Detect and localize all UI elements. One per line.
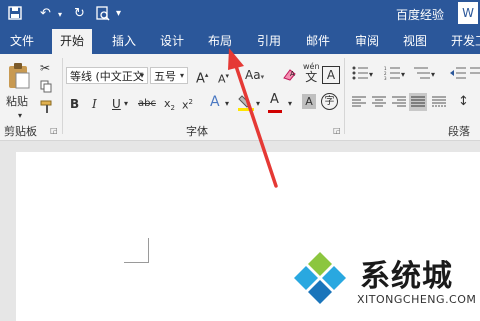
align-center-icon[interactable] bbox=[372, 96, 386, 112]
change-case-chevron-icon: ▾ bbox=[260, 73, 265, 81]
shrink-font-icon[interactable]: A▾ bbox=[218, 68, 229, 88]
tab-references[interactable]: 引用 bbox=[257, 29, 281, 54]
highlight-dropdown-icon[interactable]: ▾ bbox=[256, 96, 260, 112]
font-size-value: 五号 bbox=[154, 70, 176, 83]
tab-insert[interactable]: 插入 bbox=[112, 29, 136, 54]
font-color-dropdown-icon[interactable]: ▾ bbox=[288, 96, 292, 112]
margin-corner-mark bbox=[148, 238, 149, 263]
tab-file[interactable]: 文件 bbox=[10, 29, 34, 54]
copy-icon[interactable] bbox=[40, 80, 53, 97]
svg-text:A: A bbox=[290, 70, 295, 78]
paste-dropdown-icon[interactable]: ▾ bbox=[18, 108, 22, 124]
align-left-icon[interactable] bbox=[352, 96, 366, 112]
multilevel-list-dropdown-icon[interactable]: ▾ bbox=[431, 67, 435, 83]
font-name-chevron-icon[interactable]: ▾ bbox=[140, 68, 144, 84]
clipboard-group-label: 剪贴板 bbox=[4, 125, 37, 138]
document-title: 百度经验 bbox=[395, 8, 444, 22]
watermark-logo-icon bbox=[294, 252, 346, 304]
bullets-dropdown-icon[interactable]: ▾ bbox=[369, 67, 373, 83]
font-size-chevron-icon[interactable]: ▾ bbox=[180, 68, 184, 84]
italic-icon[interactable]: I bbox=[92, 96, 97, 112]
clipboard-launcher-icon[interactable]: ◲ bbox=[50, 126, 58, 135]
group-divider bbox=[62, 58, 63, 134]
paragraph-group-label: 段落 bbox=[448, 125, 470, 138]
tab-view[interactable]: 视图 bbox=[403, 29, 427, 54]
character-border-icon[interactable]: A bbox=[322, 66, 340, 84]
ribbon-tab-bar: 文件 开始 插入 设计 布局 引用 邮件 审阅 视图 开发工 bbox=[0, 29, 480, 54]
multilevel-list-icon[interactable] bbox=[414, 66, 430, 84]
phonetic-guide-button[interactable]: wén 文 bbox=[303, 62, 320, 84]
tab-layout[interactable]: 布局 bbox=[208, 29, 232, 54]
justify-icon[interactable] bbox=[409, 93, 427, 111]
undo-icon[interactable]: ↶ bbox=[40, 6, 51, 21]
paste-button[interactable]: 粘贴 bbox=[6, 94, 28, 110]
format-painter-icon[interactable] bbox=[40, 100, 54, 118]
bullets-icon[interactable] bbox=[352, 66, 368, 84]
font-name-dropdown[interactable]: 等线 (中文正文 bbox=[66, 67, 148, 84]
distributed-icon[interactable] bbox=[432, 96, 446, 112]
undo-dropdown-icon[interactable]: ▾ bbox=[58, 10, 62, 19]
word-app-badge: W bbox=[458, 2, 478, 24]
change-case-button[interactable]: Aa▾ bbox=[245, 67, 264, 85]
save-icon[interactable] bbox=[8, 6, 22, 24]
bold-icon[interactable]: B bbox=[70, 96, 79, 112]
cut-icon[interactable]: ✂ bbox=[40, 60, 50, 76]
tab-review[interactable]: 审阅 bbox=[355, 29, 379, 54]
decrease-indent-icon[interactable] bbox=[450, 66, 466, 84]
underline-icon[interactable]: U bbox=[112, 96, 121, 112]
font-group-label: 字体 bbox=[186, 125, 208, 138]
line-spacing-icon[interactable]: ↕ bbox=[458, 94, 469, 110]
text-effects-dropdown-icon[interactable]: ▾ bbox=[225, 96, 229, 112]
enclose-characters-icon[interactable]: 字 bbox=[321, 93, 338, 110]
numbering-dropdown-icon[interactable]: ▾ bbox=[401, 67, 405, 83]
phonetic-guide-icon: 文 bbox=[305, 70, 318, 84]
ribbon: 粘贴 ▾ ✂ 剪贴板 ◲ 等线 (中文正文 ▾ 五号 ▾ A▴ A▾ Aa▾ A… bbox=[0, 54, 480, 141]
grow-font-icon[interactable]: A▴ bbox=[196, 67, 208, 87]
watermark-text: 系统城 bbox=[360, 259, 453, 294]
font-color-icon[interactable]: A bbox=[270, 92, 279, 108]
subscript-icon[interactable]: x2 bbox=[164, 96, 175, 116]
strikethrough-icon[interactable]: abc bbox=[138, 96, 156, 112]
underline-dropdown-icon[interactable]: ▾ bbox=[124, 96, 128, 112]
margin-corner-mark bbox=[124, 262, 148, 263]
print-preview-icon[interactable] bbox=[96, 6, 110, 25]
font-launcher-icon[interactable]: ◲ bbox=[333, 126, 341, 135]
text-effects-icon[interactable]: A bbox=[210, 94, 220, 110]
group-divider bbox=[344, 58, 345, 134]
title-bar: ↶ ▾ ↻ ▾ 百度经验 W bbox=[0, 0, 480, 29]
paste-icon[interactable] bbox=[6, 62, 32, 94]
tab-home[interactable]: 开始 bbox=[52, 29, 93, 54]
numbering-icon[interactable]: 123 bbox=[384, 66, 400, 84]
superscript-icon[interactable]: x2 bbox=[182, 94, 193, 114]
font-name-value: 等线 (中文正文 bbox=[70, 70, 144, 83]
tab-mailings[interactable]: 邮件 bbox=[306, 29, 330, 54]
character-shading-icon[interactable]: A bbox=[302, 94, 316, 109]
font-color-swatch bbox=[268, 110, 282, 113]
change-case-label: Aa bbox=[245, 68, 261, 82]
increase-indent-icon[interactable] bbox=[470, 66, 480, 84]
watermark-url: XITONGCHENG.COM bbox=[357, 293, 477, 306]
redo-icon[interactable]: ↻ bbox=[74, 6, 85, 21]
align-right-icon[interactable] bbox=[392, 96, 406, 112]
tab-developer[interactable]: 开发工 bbox=[451, 29, 480, 54]
tab-design[interactable]: 设计 bbox=[160, 29, 184, 54]
clear-formatting-icon[interactable]: A bbox=[282, 66, 298, 86]
svg-text:3: 3 bbox=[384, 76, 387, 80]
customize-quick-access-icon[interactable]: ▾ bbox=[116, 8, 121, 19]
highlight-icon[interactable] bbox=[238, 94, 254, 116]
